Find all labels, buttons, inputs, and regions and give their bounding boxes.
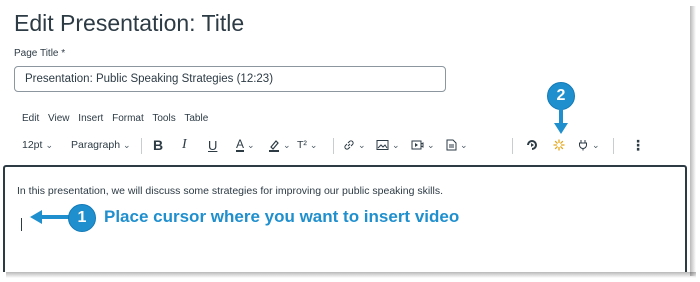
text-cursor xyxy=(21,218,22,231)
toolbar-divider xyxy=(141,138,142,154)
chevron-down-icon: ⌄ xyxy=(123,139,131,150)
chevron-down-icon: ⌄ xyxy=(358,139,366,150)
more-options-button[interactable]: ⋮ xyxy=(631,130,645,160)
window-shadow xyxy=(6,272,696,278)
callout-number-1: 1 xyxy=(68,204,96,232)
menu-insert[interactable]: Insert xyxy=(78,113,103,124)
chevron-down-icon: ⌄ xyxy=(592,139,600,150)
callout-arrow-down xyxy=(554,107,568,134)
font-size-dropdown[interactable]: 12pt ⌄ xyxy=(22,130,53,160)
menu-edit[interactable]: Edit xyxy=(22,113,39,124)
media-icon xyxy=(411,139,424,151)
toolbar-divider xyxy=(333,138,334,154)
block-format-value: Paragraph xyxy=(71,139,121,151)
block-format-dropdown[interactable]: Paragraph ⌄ xyxy=(71,130,131,160)
callout-instruction: Place cursor where you want to insert vi… xyxy=(104,207,460,226)
media-button[interactable]: ⌄ xyxy=(411,130,435,160)
highlight-color-button[interactable]: ⌄ xyxy=(268,130,291,160)
link-button[interactable]: ⌄ xyxy=(343,130,366,160)
editor-body-text: In this presentation, we will discuss so… xyxy=(17,185,444,197)
chevron-down-icon: ⌄ xyxy=(247,139,255,150)
link-icon xyxy=(343,139,355,151)
chevron-down-icon: ⌄ xyxy=(427,139,435,150)
toolbar-divider xyxy=(613,138,614,154)
apps-button[interactable] xyxy=(526,130,538,160)
lti-tool-icon xyxy=(553,139,565,151)
document-button[interactable]: ⌄ xyxy=(446,130,468,160)
chevron-down-icon: ⌄ xyxy=(309,139,318,150)
page-title-label-text: Page Title xyxy=(14,48,59,59)
page-heading: Edit Presentation: Title xyxy=(14,10,245,36)
image-button[interactable]: ⌄ xyxy=(376,130,400,160)
required-mark: * xyxy=(61,48,66,59)
editor-window: Edit Presentation: Title Page Title * Pr… xyxy=(0,0,690,272)
plugin-button[interactable]: ⌄ xyxy=(577,130,600,160)
apps-icon xyxy=(526,139,538,151)
document-icon xyxy=(446,139,457,151)
menu-tools[interactable]: Tools xyxy=(152,113,175,124)
chevron-down-icon: ⌄ xyxy=(45,139,53,150)
superscript-button[interactable]: T² ⌄ xyxy=(297,130,317,160)
image-icon xyxy=(376,139,389,151)
menu-table[interactable]: Table xyxy=(184,113,208,124)
italic-button[interactable]: I xyxy=(182,130,187,160)
page-title-input[interactable]: Presentation: Public Speaking Strategies… xyxy=(14,66,446,92)
chevron-down-icon: ⌄ xyxy=(392,139,400,150)
superscript-icon: T² xyxy=(297,139,307,151)
underline-button[interactable]: U xyxy=(208,130,217,160)
text-color-button[interactable]: A ⌄ xyxy=(236,130,255,160)
callout-number-2: 2 xyxy=(547,82,575,110)
font-size-value: 12pt xyxy=(22,139,43,151)
window-shadow xyxy=(690,6,696,276)
editor-toolbar: 12pt ⌄ Paragraph ⌄ B I U A ⌄ ⌄ T² ⌄ ⌄ ⌄ … xyxy=(0,130,690,160)
chevron-down-icon: ⌄ xyxy=(460,139,468,150)
editor-menubar: Edit View Insert Format Tools Table xyxy=(22,113,214,124)
toolbar-divider xyxy=(512,138,513,154)
callout-arrow-left xyxy=(30,210,72,224)
menu-format[interactable]: Format xyxy=(112,113,144,124)
highlighter-icon xyxy=(268,139,280,152)
chevron-down-icon: ⌄ xyxy=(283,139,291,150)
bold-button[interactable]: B xyxy=(153,130,163,160)
plugin-icon xyxy=(577,139,589,151)
text-color-icon: A xyxy=(236,136,245,152)
page-title-label: Page Title * xyxy=(14,48,65,59)
menu-view[interactable]: View xyxy=(48,113,70,124)
